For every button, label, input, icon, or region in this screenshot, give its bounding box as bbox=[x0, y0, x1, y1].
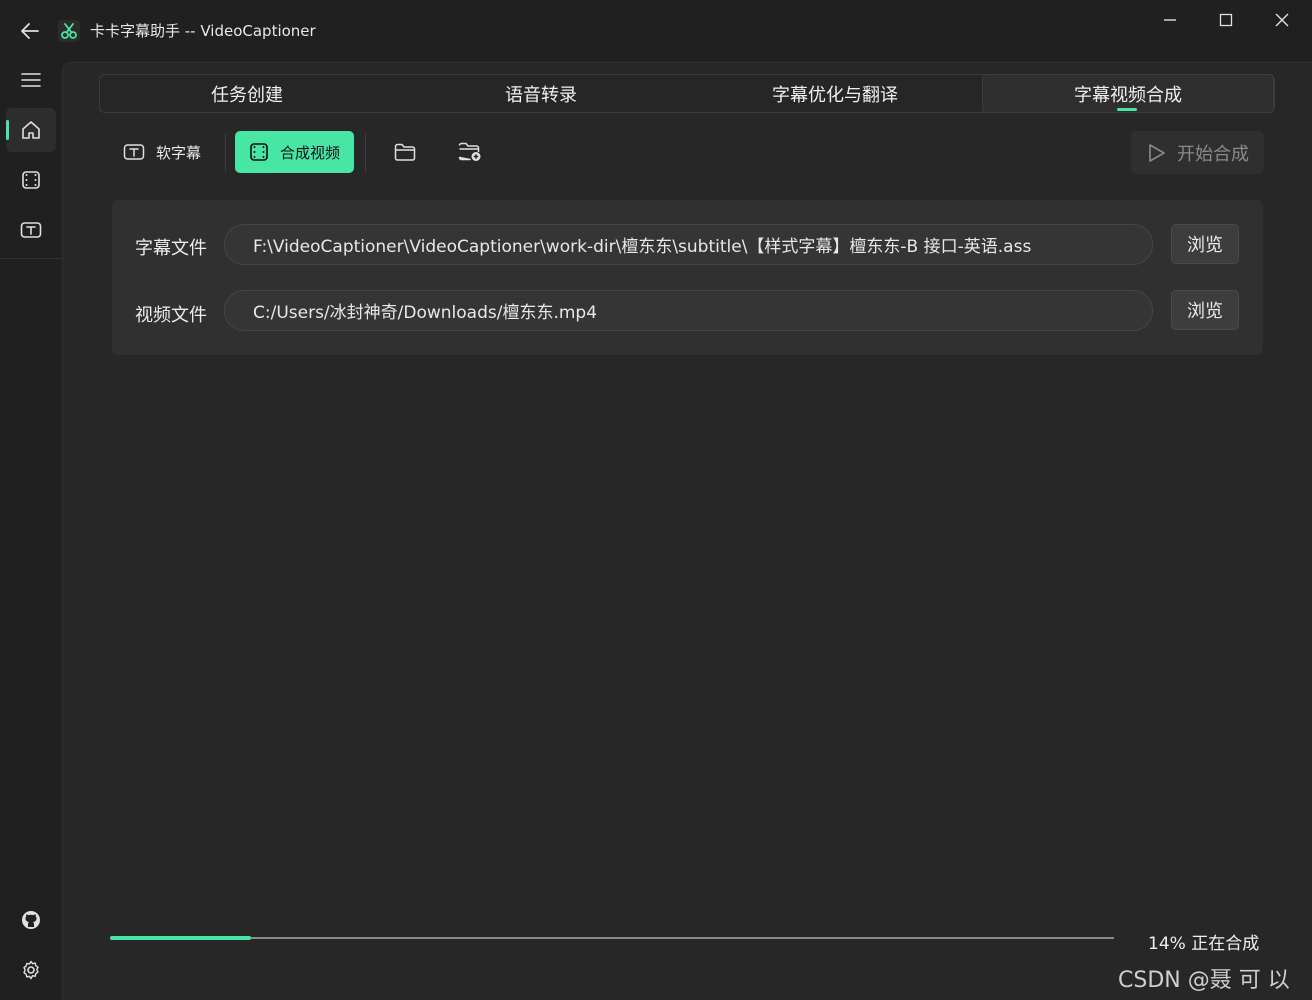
close-button[interactable] bbox=[1254, 6, 1310, 34]
subtitle-icon bbox=[20, 222, 42, 238]
subtitle-icon bbox=[122, 140, 146, 164]
progress-fill bbox=[110, 936, 251, 940]
open-folder-button[interactable] bbox=[382, 131, 428, 173]
film-icon bbox=[247, 140, 271, 164]
sidebar bbox=[0, 62, 62, 1000]
tab-label: 字幕视频合成 bbox=[1074, 84, 1182, 106]
tab-bar: 任务创建 语音转录 字幕优化与翻译 字幕视频合成 bbox=[99, 74, 1275, 113]
home-icon bbox=[22, 121, 40, 139]
tab-task-creation[interactable]: 任务创建 bbox=[100, 75, 394, 112]
back-button[interactable] bbox=[14, 16, 46, 46]
subtitle-file-path: F:\VideoCaptioner\VideoCaptioner\work-di… bbox=[253, 237, 1032, 257]
github-button[interactable] bbox=[6, 898, 56, 942]
tab-transcription[interactable]: 语音转录 bbox=[394, 75, 688, 112]
arrow-left-icon bbox=[21, 23, 39, 39]
active-tab-indicator bbox=[1117, 108, 1137, 111]
window-title: 卡卡字幕助手 -- VideoCaptioner bbox=[90, 22, 316, 40]
title-bar: 卡卡字幕助手 -- VideoCaptioner bbox=[0, 0, 1312, 62]
minimize-button[interactable] bbox=[1142, 6, 1198, 34]
github-icon bbox=[22, 911, 40, 929]
nav-video[interactable] bbox=[6, 158, 56, 202]
subtitle-file-input[interactable]: F:\VideoCaptioner\VideoCaptioner\work-di… bbox=[224, 224, 1153, 265]
browse-video-button[interactable]: 浏览 bbox=[1171, 290, 1239, 330]
tab-subtitle-optimize[interactable]: 字幕优化与翻译 bbox=[688, 75, 982, 112]
folder-add-icon bbox=[458, 142, 481, 161]
settings-button[interactable] bbox=[6, 948, 56, 992]
start-synthesis-label: 开始合成 bbox=[1177, 143, 1249, 165]
menu-icon bbox=[21, 73, 41, 87]
settings-icon bbox=[23, 960, 39, 980]
nav-active-indicator bbox=[6, 120, 9, 140]
synthesize-video-label: 合成视频 bbox=[280, 143, 341, 162]
toolbar-divider bbox=[225, 134, 226, 172]
close-icon bbox=[1275, 13, 1289, 27]
play-icon bbox=[1149, 143, 1165, 162]
nav-subtitle[interactable] bbox=[6, 208, 56, 252]
maximize-button[interactable] bbox=[1198, 6, 1254, 34]
soft-subtitle-button[interactable]: 软字幕 bbox=[112, 131, 214, 173]
browse-label: 浏览 bbox=[1187, 301, 1223, 322]
toolbar-divider bbox=[365, 134, 366, 172]
synthesize-video-button[interactable]: 合成视频 bbox=[235, 131, 354, 173]
start-synthesis-button[interactable]: 开始合成 bbox=[1131, 131, 1264, 174]
app-logo-icon bbox=[58, 20, 80, 42]
subtitle-file-label: 字幕文件 bbox=[135, 238, 207, 259]
folder-icon bbox=[394, 143, 416, 161]
video-file-label: 视频文件 bbox=[135, 305, 207, 326]
browse-label: 浏览 bbox=[1187, 235, 1223, 256]
browse-subtitle-button[interactable]: 浏览 bbox=[1171, 224, 1239, 264]
soft-subtitle-label: 软字幕 bbox=[156, 143, 202, 162]
tab-label: 任务创建 bbox=[211, 84, 283, 106]
nav-home[interactable] bbox=[6, 108, 56, 152]
sidebar-divider bbox=[0, 258, 62, 259]
menu-toggle-button[interactable] bbox=[6, 58, 56, 102]
tab-label: 字幕优化与翻译 bbox=[772, 84, 898, 106]
maximize-icon bbox=[1219, 13, 1233, 27]
film-icon bbox=[22, 171, 40, 189]
video-file-input[interactable]: C:/Users/冰封神奇/Downloads/檀东东.mp4 bbox=[224, 290, 1153, 331]
progress-status: 14% 正在合成 bbox=[1148, 934, 1260, 954]
progress-bar bbox=[110, 936, 1114, 940]
watermark: CSDN @聂 可 以 bbox=[1118, 968, 1290, 993]
tab-label: 语音转录 bbox=[505, 84, 577, 106]
minimize-icon bbox=[1164, 19, 1176, 21]
add-folder-button[interactable] bbox=[447, 131, 493, 173]
video-file-path: C:/Users/冰封神奇/Downloads/檀东东.mp4 bbox=[253, 303, 598, 323]
